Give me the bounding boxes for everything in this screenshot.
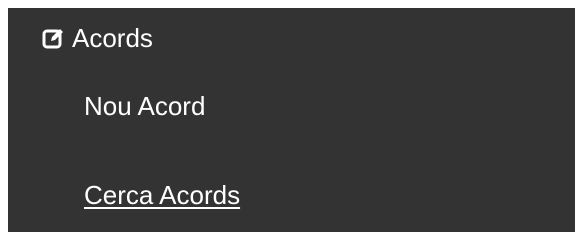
menu-section-acords[interactable]: Acords xyxy=(42,22,153,54)
menu-item-nou-acord[interactable]: Nou Acord xyxy=(84,90,205,122)
edit-square-icon xyxy=(42,27,64,49)
menu-section-title: Acords xyxy=(72,23,153,53)
sidebar-menu-panel: Acords Nou Acord Cerca Acords xyxy=(8,8,575,232)
menu-item-cerca-acords[interactable]: Cerca Acords xyxy=(84,179,240,211)
